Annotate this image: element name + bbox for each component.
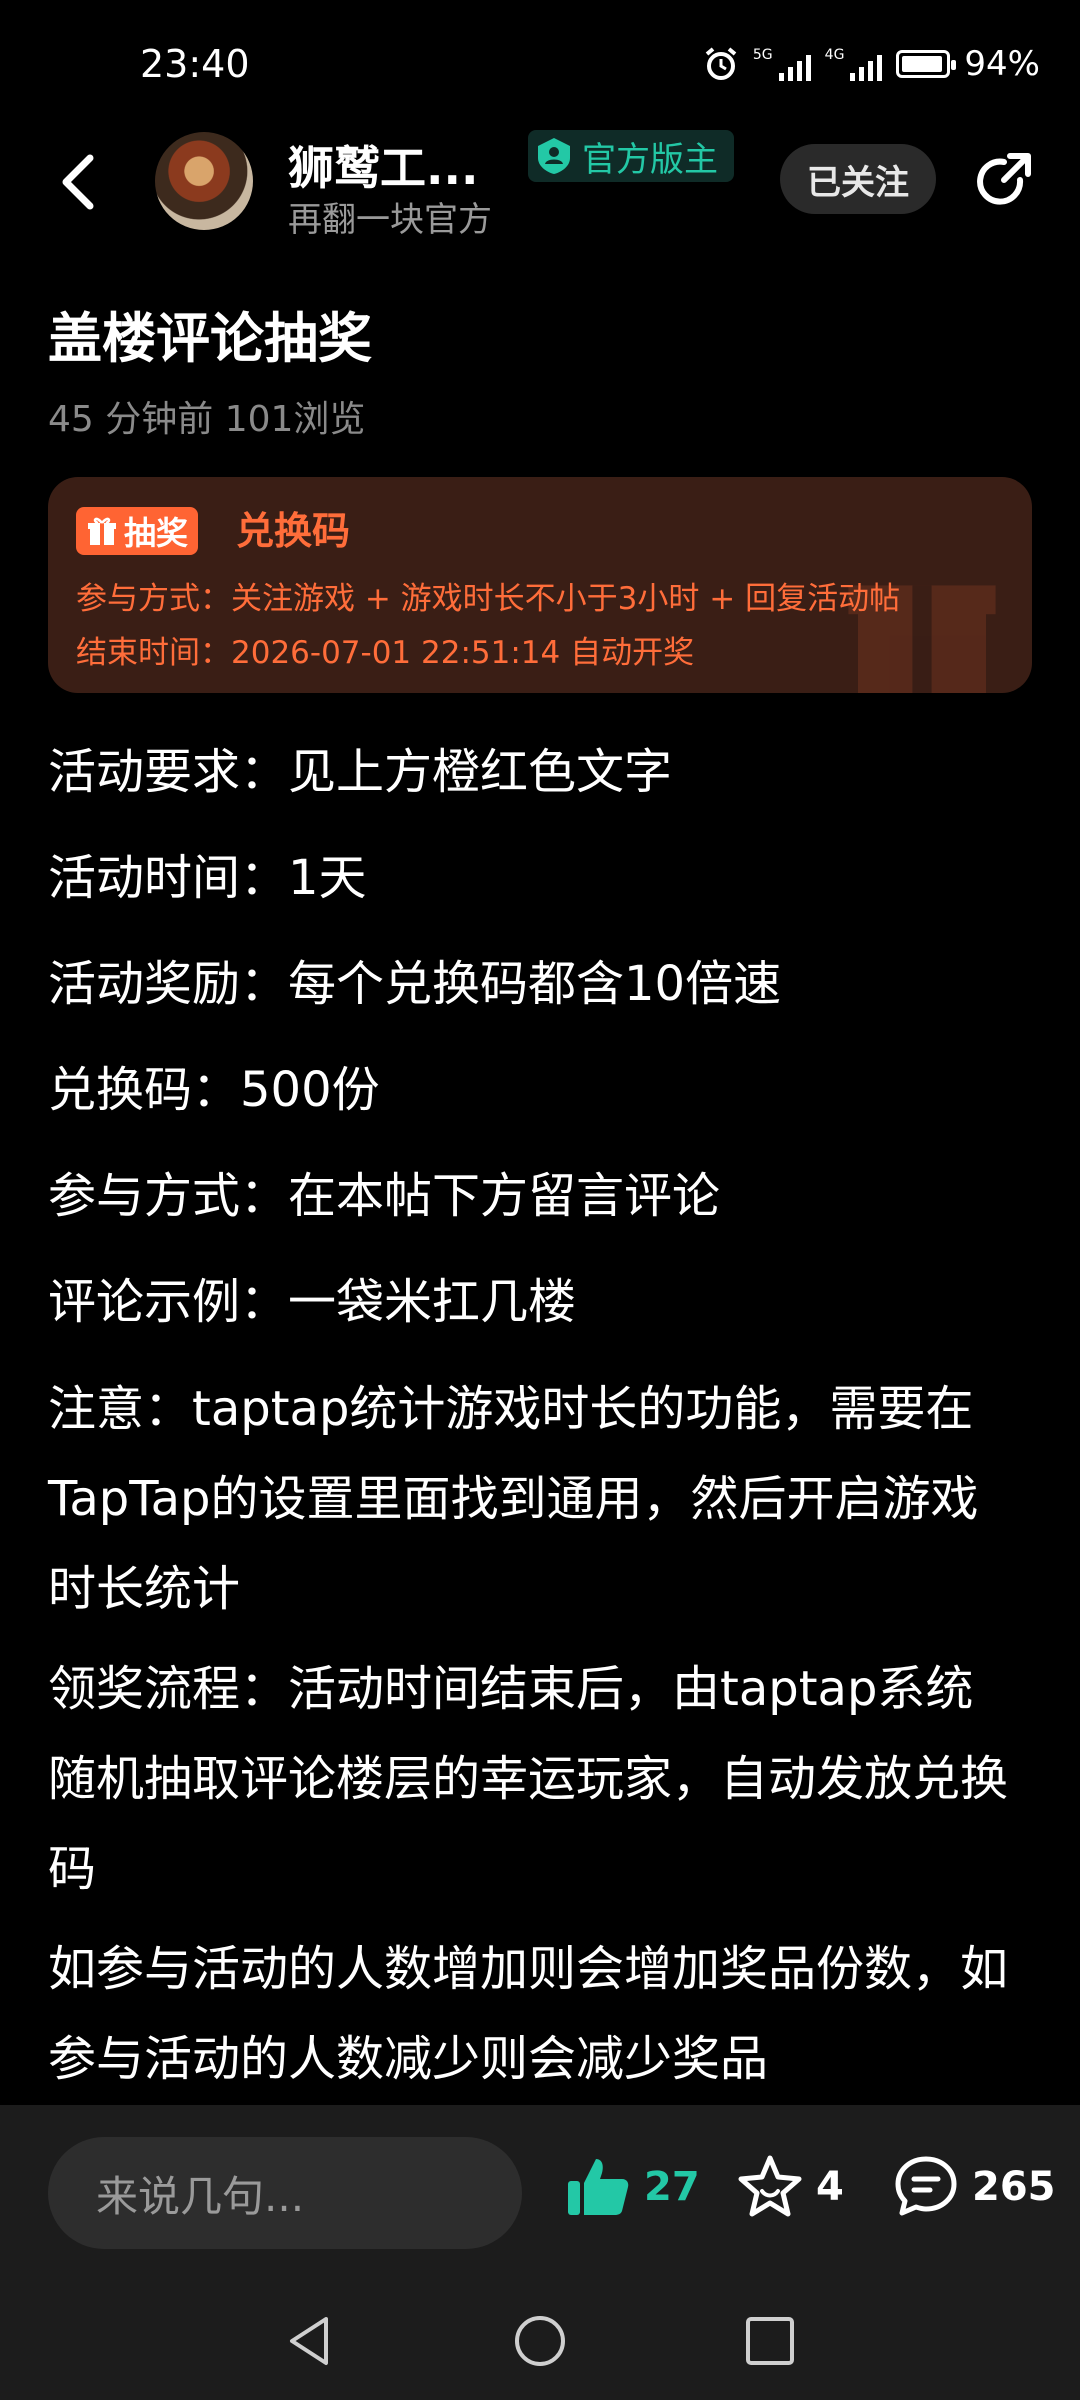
comments-button[interactable]: 265 (892, 2153, 1056, 2221)
content-line: 活动奖励：每个兑换码都含10倍速 (48, 956, 782, 1012)
star-icon (738, 2155, 802, 2217)
alarm-icon (705, 47, 737, 80)
like-count: 27 (644, 2164, 700, 2210)
shield-user-icon (538, 138, 570, 174)
comment-count: 265 (972, 2164, 1056, 2210)
back-icon[interactable] (50, 150, 110, 214)
action-bar: 来说几句... 27 4 265 (0, 2105, 1080, 2285)
lottery-method: 参与方式：关注游戏 + 游戏时长不小于3小时 + 回复活动帖 (76, 581, 901, 617)
favorite-button[interactable]: 4 (736, 2153, 844, 2221)
avatar[interactable] (155, 132, 253, 230)
battery-fill (902, 56, 942, 72)
lottery-tag: 抽奖 (76, 507, 199, 555)
like-button[interactable]: 27 (564, 2153, 700, 2221)
battery-icon (896, 50, 957, 78)
content-line: 参与方式：在本帖下方留言评论 (48, 1168, 721, 1224)
author-subtitle: 再翻一块官方 (288, 200, 492, 240)
post-meta: 45 分钟前 101浏览 (48, 399, 366, 440)
status-time: 23:40 (140, 42, 250, 86)
post-content: 活动要求：见上方橙红色文字 活动时间：1天 活动奖励：每个兑换码都含10倍速 兑… (48, 728, 1008, 2104)
content-line: 活动时间：1天 (48, 850, 367, 906)
nav-back-icon[interactable] (282, 2313, 338, 2369)
system-nav-bar (0, 2285, 1080, 2400)
comment-input[interactable]: 来说几句... (48, 2137, 522, 2249)
comment-icon (895, 2156, 957, 2216)
gift-watermark-icon (848, 585, 996, 693)
thumbs-up-icon (568, 2159, 629, 2215)
content-line: 活动要求：见上方橙红色文字 (48, 744, 673, 800)
nav-home-icon[interactable] (512, 2313, 568, 2369)
follow-button[interactable]: 已关注 (780, 144, 936, 214)
signal-4g-label: 4G (824, 47, 845, 63)
nav-recents-icon[interactable] (742, 2313, 798, 2369)
status-icons: 5G 4G 94% (703, 44, 1040, 84)
lottery-card[interactable]: 抽奖 兑换码 参与方式：关注游戏 + 游戏时长不小于3小时 + 回复活动帖 结束… (48, 477, 1032, 693)
signal-5g-icon: 5G (753, 47, 811, 81)
content-line: 评论示例：一袋米扛几楼 (48, 1274, 577, 1330)
content-line: 领奖流程：活动时间结束后，由taptap系统随机抽取评论楼层的幸运玩家，自动发放… (48, 1661, 1009, 1897)
battery-percent: 94% (964, 44, 1040, 84)
post-header: 狮鹫工... 再翻一块官方 官方版主 已关注 (0, 130, 1080, 240)
moderator-badge: 官方版主 (528, 130, 734, 182)
lottery-prize: 兑换码 (236, 509, 351, 553)
signal-4g-icon: 4G (825, 47, 883, 81)
content-line: 注意：taptap统计游戏时长的功能，需要在TapTap的设置里面找到通用，然后… (48, 1381, 979, 1617)
content-line: 兑换码：500份 (48, 1062, 380, 1118)
content-line: 如参与活动的人数增加则会增加奖品份数，如参与活动的人数减少则会减少奖品 (48, 1941, 1009, 2087)
signal-5g-label: 5G (752, 47, 773, 63)
lottery-end-time: 结束时间：2026-07-01 22:51:14 自动开奖 (76, 635, 695, 671)
lottery-tag-label: 抽奖 (124, 514, 189, 552)
favorite-count: 4 (816, 2164, 844, 2210)
share-icon[interactable] (970, 150, 1034, 214)
gift-icon (88, 517, 116, 545)
badge-label: 官方版主 (582, 139, 718, 180)
post-title: 盖楼评论抽奖 (48, 307, 372, 370)
author-name[interactable]: 狮鹫工... (288, 132, 478, 198)
status-bar: 23:40 5G 4G 94% (0, 0, 1080, 132)
